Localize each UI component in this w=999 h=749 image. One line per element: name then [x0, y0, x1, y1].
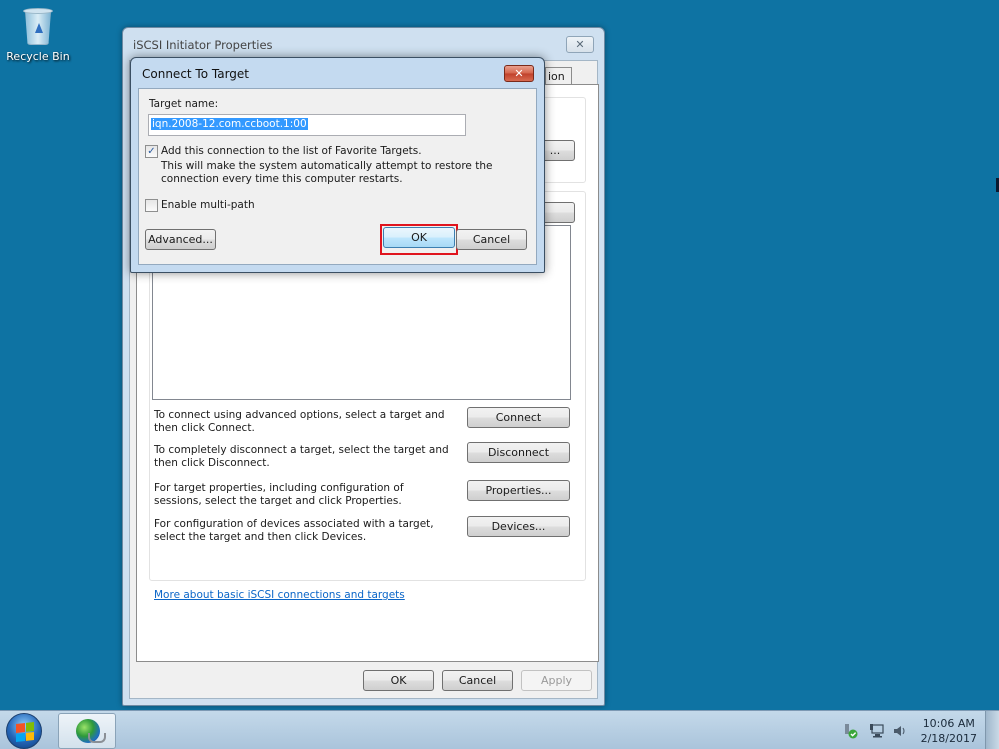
- taskbar-item-iscsi[interactable]: [58, 713, 116, 749]
- multipath-checkbox[interactable]: [145, 199, 158, 212]
- dialog-close-button[interactable]: ✕: [504, 65, 534, 82]
- advanced-button[interactable]: Advanced...: [145, 229, 216, 250]
- connect-to-target-dialog: Connect To Target ✕ Target name: iqn.200…: [130, 57, 545, 273]
- recycle-bin-icon: [23, 6, 53, 46]
- dialog-body: Target name: iqn.2008-12.com.ccboot.1:00…: [138, 88, 537, 265]
- target-name-label: Target name:: [149, 98, 219, 110]
- desktop-icon-label: Recycle Bin: [6, 50, 70, 63]
- dialog-cancel-button[interactable]: Cancel: [456, 229, 527, 250]
- network-icon[interactable]: [869, 723, 885, 739]
- show-desktop-button[interactable]: [985, 711, 999, 749]
- close-icon: ✕: [575, 38, 585, 51]
- main-apply-button[interactable]: Apply: [521, 670, 592, 691]
- window-close-button[interactable]: ✕: [566, 36, 594, 53]
- system-clock[interactable]: 10:06 AM 2/18/2017: [921, 716, 977, 746]
- properties-description: For target properties, including configu…: [154, 482, 404, 507]
- main-ok-button[interactable]: OK: [363, 670, 434, 691]
- usb-device-ok-icon[interactable]: [843, 723, 859, 739]
- favorite-targets-description-2: connection every time this computer rest…: [161, 173, 403, 185]
- dialog-title: Connect To Target: [142, 67, 250, 81]
- system-tray: 10:06 AM 2/18/2017: [829, 711, 999, 749]
- favorite-targets-checkbox[interactable]: ✓: [145, 145, 158, 158]
- tab-label: ion: [548, 70, 565, 83]
- taskbar: 10:06 AM 2/18/2017: [0, 710, 999, 749]
- disconnect-description: To completely disconnect a target, selec…: [154, 444, 449, 469]
- target-name-value: iqn.2008-12.com.ccboot.1:00: [151, 118, 308, 130]
- clock-date: 2/18/2017: [920, 732, 977, 745]
- connect-description: To connect using advanced options, selec…: [154, 409, 445, 434]
- devices-button[interactable]: Devices...: [467, 516, 570, 537]
- network-globe-icon: [76, 719, 106, 743]
- desktop-icon-recycle-bin[interactable]: Recycle Bin: [4, 6, 72, 63]
- clock-time: 10:06 AM: [922, 717, 975, 730]
- favorite-targets-label[interactable]: Add this connection to the list of Favor…: [161, 145, 422, 157]
- close-icon: ✕: [514, 67, 524, 80]
- connect-button[interactable]: Connect: [467, 407, 570, 428]
- properties-button[interactable]: Properties...: [467, 480, 570, 501]
- tab-configuration[interactable]: ion: [545, 67, 572, 85]
- main-cancel-button[interactable]: Cancel: [442, 670, 513, 691]
- window-title: iSCSI Initiator Properties: [133, 38, 273, 52]
- dialog-ok-button[interactable]: OK: [383, 227, 455, 248]
- target-name-input[interactable]: iqn.2008-12.com.ccboot.1:00: [148, 114, 466, 136]
- disconnect-button[interactable]: Disconnect: [467, 442, 570, 463]
- checkmark-icon: ✓: [147, 146, 156, 157]
- volume-icon[interactable]: [892, 723, 908, 739]
- favorite-targets-description-1: This will make the system automatically …: [161, 160, 493, 172]
- start-button[interactable]: [6, 713, 42, 749]
- multipath-label[interactable]: Enable multi-path: [161, 199, 255, 211]
- help-link[interactable]: More about basic iSCSI connections and t…: [154, 589, 405, 601]
- windows-start-icon: [16, 722, 34, 742]
- devices-description: For configuration of devices associated …: [154, 518, 434, 543]
